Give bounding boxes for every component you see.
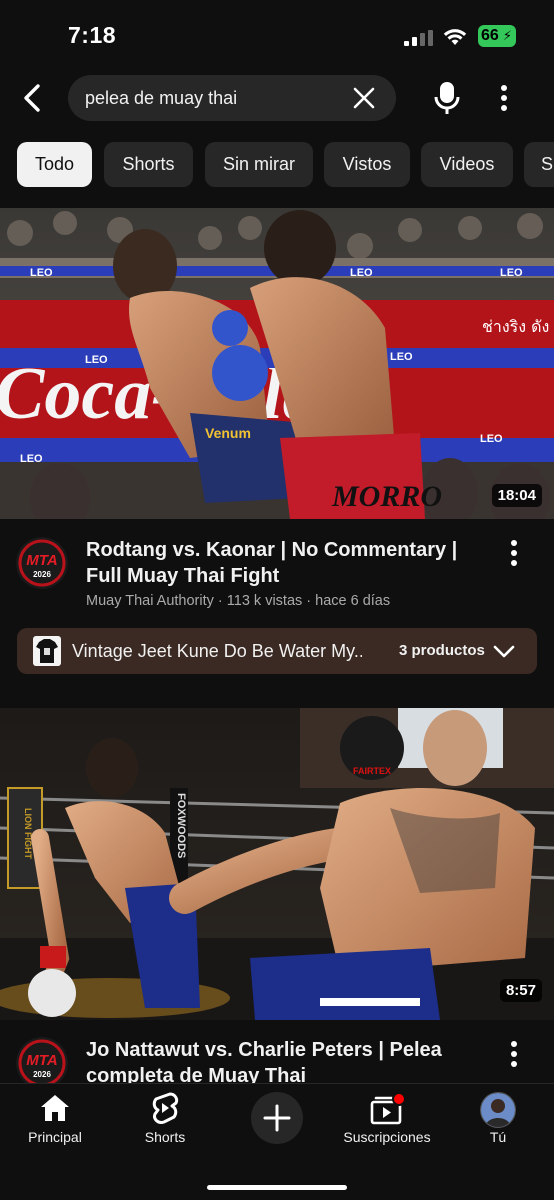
- thumbnail-image: LION FIGHT FOXWOODS FAIRTEX: [0, 708, 554, 1020]
- channel-avatar-text: MTA: [26, 1052, 57, 1069]
- status-bar: 7:18 66 ⚡: [0, 0, 554, 70]
- video-info: MTA 2026 Jo Nattawut vs. Charlie Peters …: [0, 1020, 554, 1083]
- shopping-count: 3 productos: [399, 642, 485, 659]
- nav-you[interactable]: Tú: [443, 1084, 553, 1164]
- thumb-text-glove: FAIRTEX: [353, 766, 391, 776]
- product-thumbnail: [33, 636, 61, 666]
- thumb-text-pants-right: MORRO: [331, 480, 442, 513]
- video-title[interactable]: Rodtang vs. Kaonar | No Commentary | Ful…: [86, 537, 486, 589]
- video-more-icon[interactable]: [506, 1040, 522, 1068]
- tshirt-icon: [36, 639, 58, 663]
- search-header: pelea de muay thai: [0, 70, 554, 126]
- chip-shorts[interactable]: Shorts: [104, 142, 193, 187]
- chip-vistos[interactable]: Vistos: [324, 142, 410, 187]
- search-query[interactable]: pelea de muay thai: [85, 88, 237, 109]
- thumb-text-leo: LEO: [390, 351, 413, 363]
- video-thumbnail[interactable]: Coca-Cola ช่างริง ดัง LEO LEO LEO LEO LE…: [0, 208, 554, 519]
- video-meta: Muay Thai Authority · 113 k vistas · hac…: [86, 593, 391, 609]
- wifi-icon: [443, 29, 467, 45]
- search-input[interactable]: pelea de muay thai: [68, 75, 396, 121]
- nav-shorts[interactable]: Shorts: [110, 1084, 220, 1164]
- shopping-products-bar[interactable]: Vintage Jeet Kune Do Be Water My... 3 pr…: [17, 628, 537, 674]
- chip-sin-mirar[interactable]: Sin mirar: [205, 142, 313, 187]
- cellular-signal-icon: [404, 30, 433, 46]
- avatar: [480, 1092, 516, 1128]
- thumb-text-lion-fight: LION FIGHT: [23, 808, 33, 859]
- chevron-down-icon[interactable]: [493, 640, 515, 662]
- back-arrow-icon[interactable]: [18, 82, 48, 114]
- add-button[interactable]: [251, 1092, 303, 1144]
- more-options-icon[interactable]: [496, 84, 512, 112]
- nav-label: Suscripciones: [343, 1129, 431, 1145]
- avatar-image: [481, 1093, 515, 1127]
- home-icon: [41, 1095, 69, 1121]
- thumb-text-thai: ช่างริง ดัง: [482, 317, 549, 336]
- add-icon: [263, 1104, 291, 1132]
- video-duration: 18:04: [491, 484, 542, 507]
- chip-suscripciones[interactable]: Su: [524, 142, 554, 187]
- nav-label: Principal: [28, 1129, 82, 1145]
- video-title[interactable]: Jo Nattawut vs. Charlie Peters | Pelea c…: [86, 1037, 486, 1083]
- channel-avatar-text: MTA: [26, 552, 57, 569]
- nav-label: Tú: [489, 1129, 507, 1145]
- channel-avatar-image: MTA 2026: [16, 1037, 68, 1083]
- video-more-icon[interactable]: [506, 539, 522, 567]
- thumb-text-pants-left: Venum: [205, 425, 251, 441]
- thumb-text-leo: LEO: [350, 267, 373, 279]
- video-duration: 8:57: [499, 979, 542, 1002]
- charging-icon: ⚡: [502, 28, 512, 43]
- home-indicator: [207, 1185, 347, 1190]
- bottom-navigation: Principal Shorts Suscripciones Tú: [0, 1083, 554, 1200]
- subscriptions-icon: [370, 1092, 406, 1125]
- shorts-icon: [152, 1092, 179, 1124]
- chip-videos[interactable]: Videos: [421, 142, 513, 187]
- video-info: MTA 2026 Rodtang vs. Kaonar | No Comment…: [0, 519, 554, 619]
- microphone-icon[interactable]: [432, 80, 462, 116]
- chip-todo[interactable]: Todo: [17, 142, 92, 187]
- channel-avatar-image: MTA 2026: [16, 537, 68, 589]
- channel-avatar-sub: 2026: [33, 570, 51, 579]
- channel-avatar[interactable]: MTA 2026: [16, 537, 68, 589]
- filter-chips: Todo Shorts Sin mirar Vistos Videos Su: [0, 142, 554, 188]
- thumb-text-foxwoods: FOXWOODS: [175, 793, 187, 858]
- channel-avatar-sub: 2026: [33, 1070, 51, 1079]
- thumb-text-leo: LEO: [480, 433, 503, 445]
- battery-level: 66: [481, 27, 499, 44]
- battery-indicator: 66 ⚡: [478, 25, 516, 47]
- thumb-text-leo: LEO: [30, 267, 53, 279]
- channel-avatar[interactable]: MTA 2026: [16, 1037, 68, 1083]
- thumb-text-leo: LEO: [500, 267, 523, 279]
- video-thumbnail[interactable]: LION FIGHT FOXWOODS FAIRTEX 8:57: [0, 708, 554, 1020]
- nav-label: Shorts: [144, 1129, 186, 1145]
- clear-icon[interactable]: [352, 86, 376, 110]
- status-time: 7:18: [68, 22, 117, 48]
- thumbnail-image: Coca-Cola ช่างริง ดัง LEO LEO LEO LEO LE…: [0, 208, 554, 519]
- thumb-text-leo: LEO: [85, 354, 108, 366]
- shopping-label: Vintage Jeet Kune Do Be Water My...: [72, 641, 362, 661]
- nav-home[interactable]: Principal: [0, 1084, 110, 1164]
- nav-subscriptions[interactable]: Suscripciones: [332, 1084, 442, 1164]
